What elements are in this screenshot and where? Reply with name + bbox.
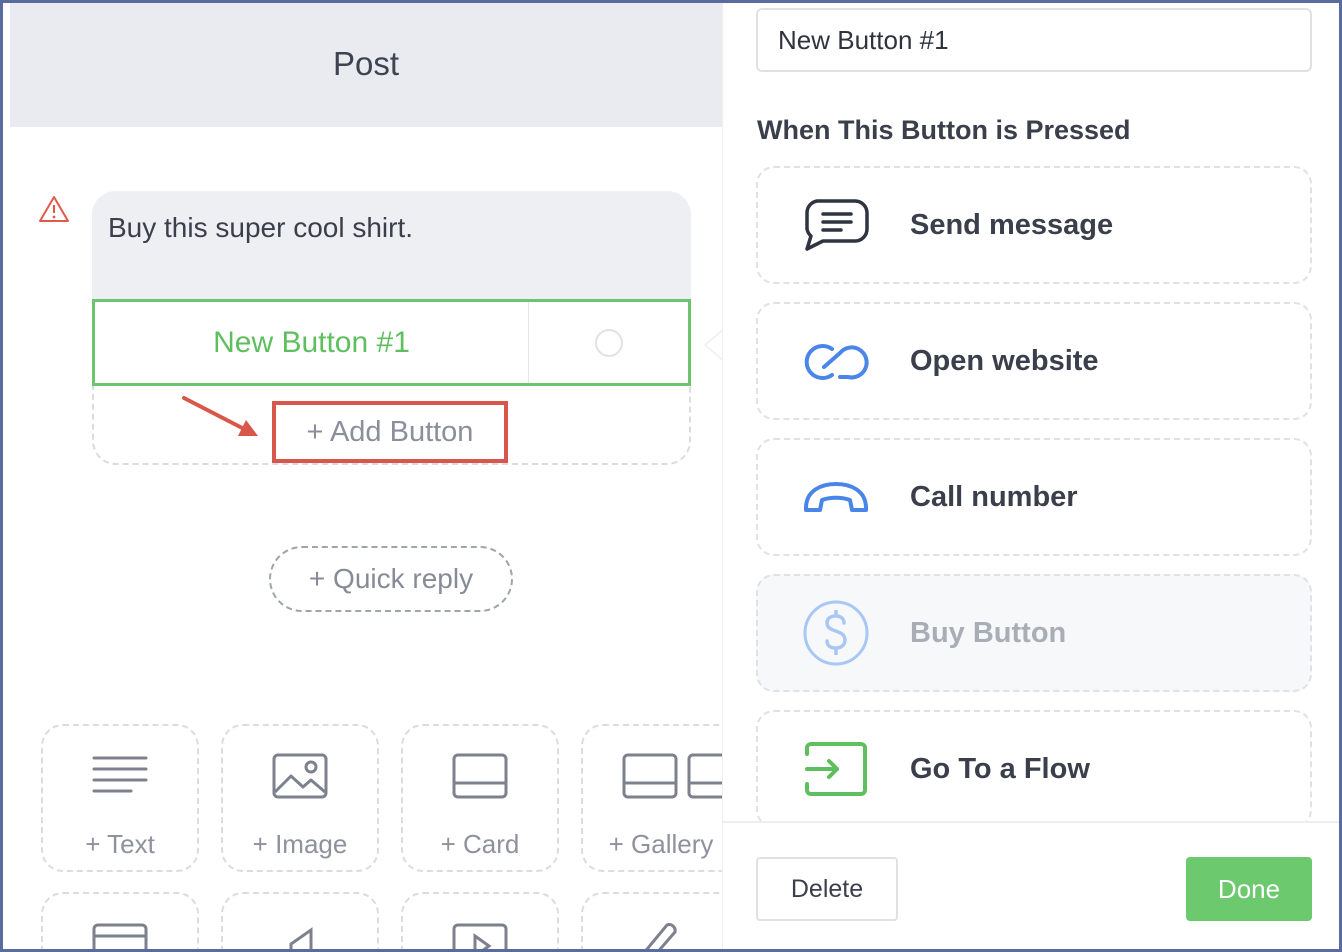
action-go-to-flow[interactable]: Go To a Flow xyxy=(756,710,1312,828)
add-table-tile[interactable] xyxy=(41,892,199,952)
action-call-number[interactable]: Call number xyxy=(756,438,1312,556)
add-text-tile[interactable]: + Text xyxy=(41,724,199,872)
action-send-message[interactable]: Send message xyxy=(756,166,1312,284)
phone-icon xyxy=(804,482,868,512)
text-lines-icon xyxy=(92,756,148,793)
chat-bubble-icon xyxy=(805,199,869,251)
add-button[interactable]: + Add Button xyxy=(272,401,508,463)
action-buy-button[interactable]: Buy Button xyxy=(756,574,1312,692)
tile-label: + Image xyxy=(252,829,348,859)
post-editor-panel: Post Buy this super cool shirt. New Butt… xyxy=(10,0,722,952)
table-icon xyxy=(92,923,148,952)
action-indicator-circle-icon xyxy=(594,328,623,357)
add-image-tile[interactable]: + Image xyxy=(221,724,379,872)
button-settings-panel: When This Button is Pressed Send message… xyxy=(722,0,1342,952)
message-text[interactable]: Buy this super cool shirt. xyxy=(108,212,413,244)
tile-label: + Gallery xyxy=(608,829,714,859)
gallery-icon xyxy=(622,753,722,799)
panel-footer: Delete Done xyxy=(723,821,1342,952)
action-label: Call number xyxy=(910,480,1078,513)
action-label: Buy Button xyxy=(910,616,1067,649)
section-title: When This Button is Pressed xyxy=(757,115,1131,145)
action-open-website[interactable]: Open website xyxy=(756,302,1312,420)
add-video-tile[interactable] xyxy=(401,892,559,952)
warning-icon[interactable] xyxy=(38,194,70,224)
dollar-icon xyxy=(803,600,869,666)
button-action-slot[interactable] xyxy=(529,302,688,383)
flow-arrow-icon xyxy=(805,742,867,796)
add-gallery-tile[interactable]: + Gallery xyxy=(581,724,722,872)
annotation-arrow-icon xyxy=(182,396,258,436)
done-button[interactable]: Done xyxy=(1186,857,1312,921)
page-title: Post xyxy=(10,0,722,127)
tile-label: + Card xyxy=(440,829,520,859)
tile-label: + Text xyxy=(85,829,155,859)
add-card-tile[interactable]: + Card xyxy=(401,724,559,872)
button-name-input[interactable] xyxy=(756,8,1312,72)
attachment-icon xyxy=(642,923,677,952)
add-audio-tile[interactable] xyxy=(221,892,379,952)
message-bubble[interactable] xyxy=(92,191,691,301)
card-icon xyxy=(452,753,508,799)
delete-button[interactable]: Delete xyxy=(756,857,898,921)
message-button-new-button-1[interactable]: New Button #1 xyxy=(92,299,691,386)
action-label: Send message xyxy=(910,208,1114,241)
message-button-label[interactable]: New Button #1 xyxy=(95,302,529,383)
image-icon xyxy=(272,753,328,799)
add-attachment-tile[interactable] xyxy=(581,892,722,952)
action-label: Open website xyxy=(910,344,1099,377)
video-icon xyxy=(452,923,508,952)
quick-reply-button[interactable]: + Quick reply xyxy=(269,546,513,612)
link-icon xyxy=(804,344,869,380)
action-label: Go To a Flow xyxy=(910,752,1090,785)
audio-icon xyxy=(289,927,313,952)
